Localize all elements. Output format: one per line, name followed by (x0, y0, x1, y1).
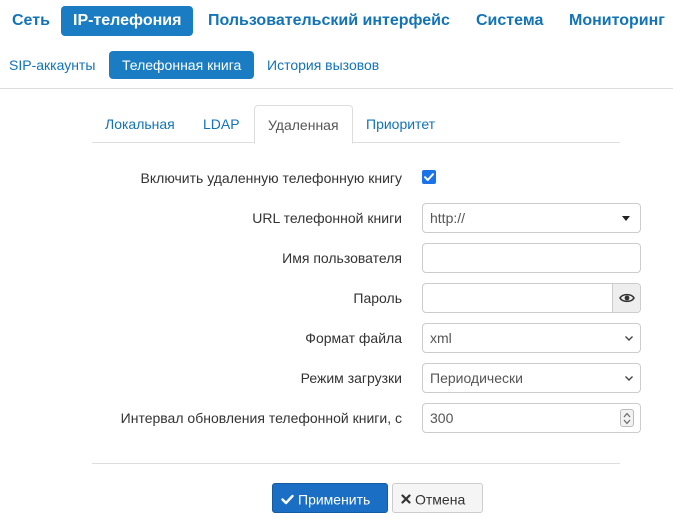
enable-checkbox[interactable] (422, 170, 436, 184)
format-value: xml (430, 330, 452, 346)
cancel-label: Отмена (415, 491, 466, 508)
enable-label: Включить удаленную телефонную книгу (140, 170, 402, 186)
nav-user-interface[interactable]: Пользовательский интерфейс (196, 6, 462, 36)
row-enable: Включить удаленную телефонную книгу (0, 163, 673, 193)
row-interval: Интервал обновления телефонной книги, с … (0, 403, 673, 433)
interval-label: Интервал обновления телефонной книги, с (120, 410, 402, 426)
interval-value: 300 (430, 410, 454, 426)
check-icon (424, 173, 434, 181)
url-combobox[interactable]: http:// (422, 203, 641, 233)
tab-ldap[interactable]: LDAP (190, 105, 253, 143)
divider (92, 463, 620, 464)
chevron-down-icon (625, 376, 633, 381)
tab-priority[interactable]: Приоритет (353, 105, 448, 143)
times-icon (401, 494, 411, 504)
format-label: Формат файла (305, 330, 402, 346)
username-input[interactable] (422, 243, 641, 273)
spin-down-icon (623, 419, 631, 425)
row-username: Имя пользователя (0, 243, 673, 273)
top-nav: Сеть IP-телефония Пользовательский интер… (0, 0, 673, 42)
url-label: URL телефонной книги (252, 210, 402, 226)
password-input[interactable] (422, 283, 641, 313)
password-label: Пароль (353, 290, 402, 306)
chevron-down-icon (625, 336, 633, 341)
check-icon (281, 494, 294, 504)
cancel-button[interactable]: Отмена (392, 483, 483, 513)
phonebook-tabs: Локальная LDAP Удаленная Приоритет (92, 105, 620, 144)
nav-system[interactable]: Система (464, 6, 555, 36)
subnav-phonebook[interactable]: Телефонная книга (109, 51, 255, 79)
mode-label: Режим загрузки (300, 370, 402, 386)
mode-value: Периодически (430, 370, 523, 386)
divider (0, 88, 673, 89)
nav-ip-telephony[interactable]: IP-телефония (61, 6, 194, 36)
spin-up-icon (623, 412, 631, 418)
mode-select[interactable]: Периодически (422, 363, 641, 393)
spinner-icon[interactable] (620, 409, 634, 427)
nav-monitoring[interactable]: Мониторинг (557, 6, 673, 36)
show-password-button[interactable] (612, 284, 640, 312)
row-url: URL телефонной книги http:// (0, 203, 673, 233)
tab-remote[interactable]: Удаленная (254, 105, 353, 144)
row-format: Формат файла xml (0, 323, 673, 353)
eye-icon (619, 293, 635, 303)
row-password: Пароль (0, 283, 673, 313)
caret-down-icon[interactable] (622, 216, 630, 221)
tab-local[interactable]: Локальная (92, 105, 188, 143)
interval-number-input[interactable]: 300 (422, 403, 641, 433)
row-mode: Режим загрузки Периодически (0, 363, 673, 393)
subnav-sip-accounts[interactable]: SIP-аккаунты (0, 51, 108, 79)
username-label: Имя пользователя (282, 250, 402, 266)
apply-button[interactable]: Применить (272, 483, 388, 513)
apply-label: Применить (298, 491, 371, 508)
sub-nav: SIP-аккаунты Телефонная книга История вы… (0, 49, 673, 81)
nav-network[interactable]: Сеть (0, 6, 62, 36)
subnav-call-history[interactable]: История вызовов (254, 51, 392, 79)
format-select[interactable]: xml (422, 323, 641, 353)
url-value: http:// (430, 210, 466, 226)
